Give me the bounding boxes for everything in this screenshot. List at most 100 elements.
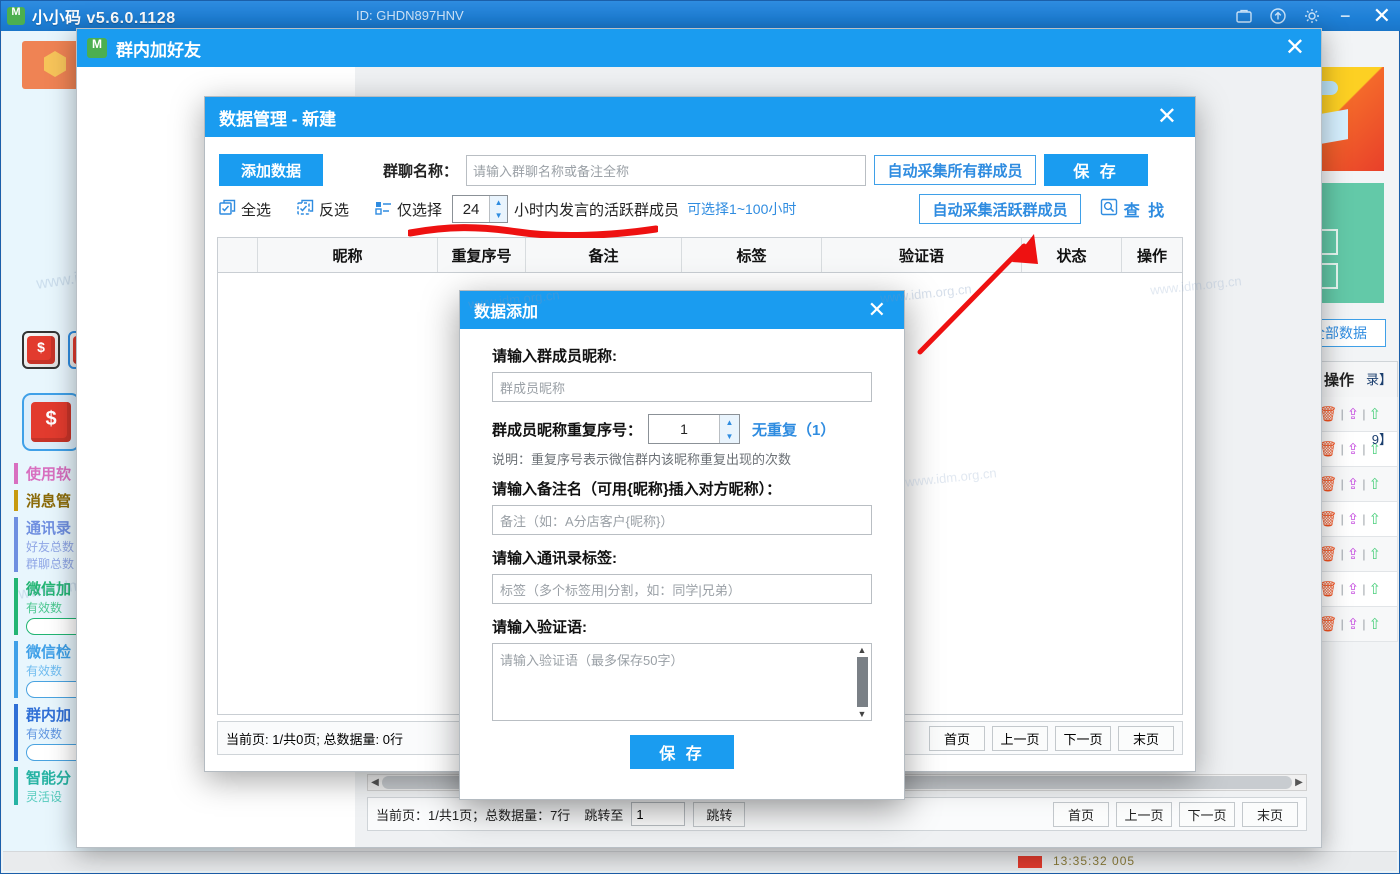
hours-hint: 可选择1~100小时 bbox=[687, 199, 796, 219]
duplicate-stepper-arrows[interactable]: ▲ ▼ bbox=[719, 415, 739, 443]
restore-icon[interactable]: ⇧ bbox=[1369, 510, 1382, 528]
scroll-down-icon[interactable]: ▼ bbox=[858, 709, 867, 719]
scrollbar-thumb[interactable] bbox=[857, 657, 868, 707]
export-icon[interactable]: ⇪ bbox=[1347, 440, 1360, 458]
jump-page-input[interactable] bbox=[631, 802, 685, 826]
export-icon[interactable]: ⇪ bbox=[1347, 545, 1360, 563]
last-page-button[interactable]: 末页 bbox=[1118, 726, 1174, 751]
add-data-button[interactable]: 添加数据 bbox=[219, 154, 323, 186]
restore-icon[interactable]: ⇧ bbox=[1369, 580, 1382, 598]
export-icon[interactable]: ⇪ bbox=[1347, 510, 1360, 528]
collect-all-members-button[interactable]: 自动采集所有群成员 bbox=[874, 155, 1036, 185]
tag-label: 请输入通讯录标签: bbox=[492, 547, 872, 568]
data-add-title: 数据添加 bbox=[474, 298, 538, 322]
app-id-text: ID: GHDN897HNV bbox=[356, 8, 464, 23]
minimize-button[interactable]: − bbox=[1336, 10, 1355, 22]
upload-icon[interactable] bbox=[1268, 6, 1288, 26]
save-button[interactable]: 保 存 bbox=[1044, 154, 1148, 186]
data-add-titlebar: 数据添加 ✕ bbox=[460, 291, 904, 329]
duplicate-index-note: 说明：重复序号表示微信群内该昵称重复出现的次数 bbox=[492, 449, 872, 468]
hours-stepper-arrows[interactable]: ▲ ▼ bbox=[489, 196, 507, 222]
collect-active-members-button[interactable]: 自动采集活跃群成员 bbox=[919, 194, 1081, 224]
nickname-input[interactable]: 群成员昵称 bbox=[492, 372, 872, 402]
jump-button[interactable]: 跳转 bbox=[693, 802, 745, 827]
col-tag: 标签 bbox=[682, 238, 822, 272]
scroll-up-icon[interactable]: ▲ bbox=[858, 645, 867, 655]
restore-icon[interactable]: ⇧ bbox=[1369, 405, 1382, 423]
tool-icon-1[interactable] bbox=[22, 331, 60, 369]
text-fragment-1: 9】 bbox=[1372, 429, 1392, 448]
scroll-left-icon[interactable]: ◀ bbox=[368, 775, 382, 790]
col-operation: 操作 bbox=[1122, 238, 1182, 272]
textarea-scrollbar[interactable]: ▲ ▼ bbox=[854, 645, 870, 719]
next-page-button[interactable]: 下一页 bbox=[1055, 726, 1111, 751]
stepper-up-icon[interactable]: ▲ bbox=[490, 196, 507, 209]
restore-icon[interactable]: ⇧ bbox=[1369, 615, 1382, 633]
group-name-label: 群聊名称： bbox=[383, 160, 458, 181]
stepper-down-icon[interactable]: ▼ bbox=[490, 209, 507, 222]
export-icon[interactable]: ⇪ bbox=[1347, 615, 1360, 633]
find-label: 查 找 bbox=[1124, 197, 1166, 221]
briefcase-icon[interactable] bbox=[1234, 6, 1254, 26]
verify-placeholder: 请输入验证语（最多保存50字） bbox=[500, 653, 683, 668]
stepper-down-icon[interactable]: ▼ bbox=[720, 429, 739, 443]
group-name-input[interactable]: 请输入群聊名称或备注全称 bbox=[466, 155, 866, 186]
last-page-button[interactable]: 末页 bbox=[1242, 802, 1298, 827]
close-icon[interactable]: ✕ bbox=[1153, 107, 1181, 127]
select-all-label: 全选 bbox=[241, 199, 271, 220]
duplicate-index-value: 1 bbox=[649, 421, 719, 437]
first-page-button[interactable]: 首页 bbox=[929, 726, 985, 751]
select-all-button[interactable]: 全选 bbox=[219, 199, 271, 220]
gear-icon[interactable] bbox=[1302, 6, 1322, 26]
nickname-placeholder: 群成员昵称 bbox=[500, 378, 565, 397]
invert-select-label: 反选 bbox=[319, 199, 349, 220]
group-add-friend-titlebar: 群内加好友 ✕ bbox=[77, 29, 1321, 67]
invert-select-button[interactable]: 反选 bbox=[297, 199, 349, 220]
export-icon[interactable]: ⇪ bbox=[1347, 580, 1360, 598]
tag-placeholder: 标签（多个标签用|分割，如：同学|兄弟） bbox=[500, 580, 741, 599]
restore-icon[interactable]: ⇧ bbox=[1369, 475, 1382, 493]
toolbar-row-1: 添加数据 群聊名称： 请输入群聊名称或备注全称 自动采集所有群成员 保 存 bbox=[219, 153, 1185, 187]
duplicate-index-label: 群成员昵称重复序号： bbox=[492, 419, 642, 440]
members-table-header: 昵称 重复序号 备注 标签 验证语 状态 操作 bbox=[217, 237, 1183, 267]
tool-icon-large[interactable] bbox=[22, 393, 80, 451]
app-window-buttons: − ✕ bbox=[1234, 1, 1395, 31]
app-title: 小小码 v5.6.0.1128 bbox=[32, 4, 176, 28]
restore-icon[interactable]: ⇧ bbox=[1369, 545, 1382, 563]
invert-select-icon bbox=[297, 199, 314, 220]
duplicate-index-stepper[interactable]: 1 ▲ ▼ bbox=[648, 414, 740, 444]
next-page-button[interactable]: 下一页 bbox=[1179, 802, 1235, 827]
tag-input[interactable]: 标签（多个标签用|分割，如：同学|兄弟） bbox=[492, 574, 872, 604]
scroll-right-icon[interactable]: ▶ bbox=[1292, 775, 1306, 790]
hours-value: 24 bbox=[453, 201, 489, 218]
group-add-friend-title: 群内加好友 bbox=[116, 36, 201, 61]
prev-page-button[interactable]: 上一页 bbox=[992, 726, 1048, 751]
data-manage-toolbar: 添加数据 群聊名称： 请输入群聊名称或备注全称 自动采集所有群成员 保 存 全选 bbox=[205, 137, 1195, 229]
find-button[interactable]: 查 找 bbox=[1081, 194, 1185, 224]
prev-page-button[interactable]: 上一页 bbox=[1116, 802, 1172, 827]
list-select-icon bbox=[375, 199, 392, 220]
data-manage-titlebar: 数据管理 - 新建 ✕ bbox=[205, 97, 1195, 137]
close-button[interactable]: ✕ bbox=[1369, 7, 1395, 25]
hours-stepper[interactable]: 24 ▲ ▼ bbox=[452, 195, 508, 223]
only-select-label: 仅选择 bbox=[397, 199, 442, 220]
col-nickname: 昵称 bbox=[258, 238, 438, 272]
verify-textarea[interactable]: 请输入验证语（最多保存50字） ▲ ▼ bbox=[492, 643, 872, 721]
data-add-save-button[interactable]: 保 存 bbox=[630, 735, 734, 769]
export-icon[interactable]: ⇪ bbox=[1347, 475, 1360, 493]
export-icon[interactable]: ⇪ bbox=[1347, 405, 1360, 423]
col-checkbox bbox=[218, 238, 258, 272]
first-page-button[interactable]: 首页 bbox=[1053, 802, 1109, 827]
search-icon bbox=[1100, 198, 1118, 221]
remark-input[interactable]: 备注（如：A分店客户{昵称}） bbox=[492, 505, 872, 535]
no-duplicate-link[interactable]: 无重复（1） bbox=[752, 419, 835, 440]
col-status: 状态 bbox=[1022, 238, 1122, 272]
remark-placeholder: 备注（如：A分店客户{昵称}） bbox=[500, 511, 673, 530]
app-titlebar: 小小码 v5.6.0.1128 ID: GHDN897HNV − ✕ bbox=[1, 1, 1400, 31]
close-icon[interactable]: ✕ bbox=[1279, 38, 1311, 58]
stepper-up-icon[interactable]: ▲ bbox=[720, 415, 739, 429]
app-status-bar: 13:35:32 005 bbox=[3, 851, 1397, 871]
group-name-placeholder: 请输入群聊名称或备注全称 bbox=[473, 161, 629, 180]
only-select-button[interactable]: 仅选择 bbox=[375, 199, 442, 220]
close-icon[interactable]: ✕ bbox=[864, 301, 890, 319]
